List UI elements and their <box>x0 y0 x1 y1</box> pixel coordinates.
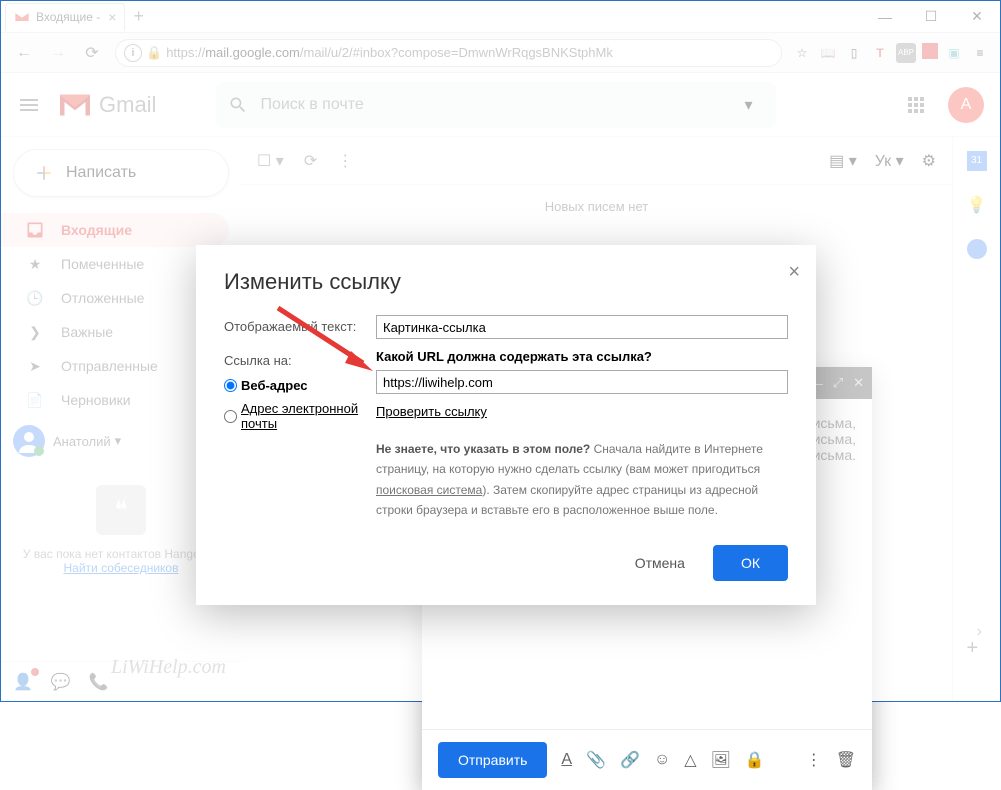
radio-web-label: Веб-адрес <box>241 378 308 393</box>
test-link[interactable]: Проверить ссылку <box>376 404 487 419</box>
search-engine-link[interactable]: поисковая система <box>376 483 482 497</box>
display-text-input[interactable] <box>376 315 788 339</box>
insert-photo-icon[interactable]: 🖼 <box>711 750 731 770</box>
radio-email-input[interactable] <box>224 410 237 423</box>
help-text: Не знаете, что указать в этом поле? Снач… <box>376 439 788 521</box>
url-input[interactable] <box>376 370 788 394</box>
url-prompt-text: Какой URL должна содержать эта ссылка? <box>376 349 788 364</box>
ok-button[interactable]: ОК <box>713 545 788 581</box>
radio-email-address[interactable]: Адрес электронной почты <box>224 401 376 431</box>
emoji-icon[interactable]: ☺ <box>654 751 670 769</box>
compose-more-icon[interactable]: ⋮ <box>806 750 822 770</box>
send-button[interactable]: Отправить <box>438 742 547 778</box>
format-font-icon[interactable]: А <box>561 751 572 769</box>
radio-email-label: Адрес электронной почты <box>241 401 376 431</box>
link-to-label: Ссылка на: <box>224 349 376 368</box>
dialog-close-icon[interactable]: × <box>788 261 800 284</box>
edit-link-dialog: Изменить ссылку × Отображаемый текст: Сс… <box>196 245 816 605</box>
radio-web-input[interactable] <box>224 379 237 392</box>
drive-icon[interactable]: △ <box>684 750 696 770</box>
confidential-icon[interactable]: 🔒 <box>745 750 765 770</box>
insert-link-icon[interactable]: 🔗 <box>620 750 640 770</box>
display-text-label: Отображаемый текст: <box>224 315 376 334</box>
dialog-title: Изменить ссылку <box>224 269 788 295</box>
radio-web-address[interactable]: Веб-адрес <box>224 378 376 393</box>
cancel-button[interactable]: Отмена <box>623 547 697 579</box>
compose-footer: Отправить А 📎 🔗 ☺ △ 🖼 🔒 ⋮ 🗑 <box>422 729 872 790</box>
attach-icon[interactable]: 📎 <box>586 750 606 770</box>
discard-draft-icon[interactable]: 🗑 <box>836 750 856 770</box>
